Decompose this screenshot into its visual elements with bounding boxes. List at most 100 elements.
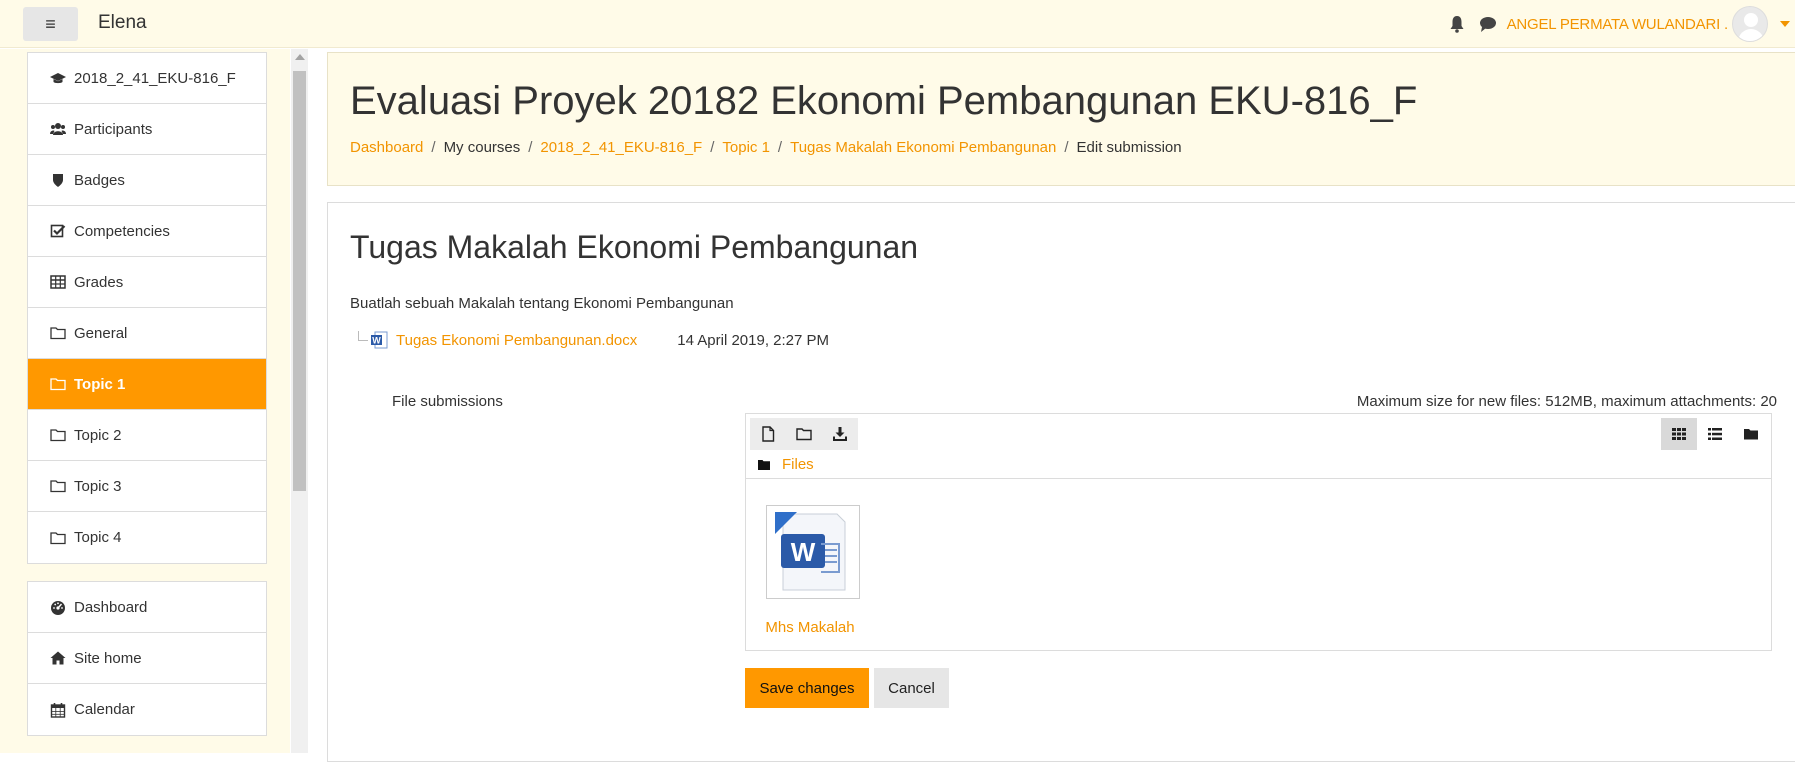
sidebar-scrollbar[interactable] bbox=[291, 49, 308, 753]
sidebar-item-label: Topic 2 bbox=[74, 426, 122, 444]
breadcrumb-topic[interactable]: Topic 1 bbox=[722, 139, 770, 156]
folder-icon bbox=[758, 459, 770, 470]
page-header: Evaluasi Proyek 20182 Ekonomi Pembanguna… bbox=[327, 52, 1795, 186]
breadcrumb-my-courses: My courses bbox=[443, 139, 521, 156]
download-icon bbox=[833, 427, 847, 441]
main-region: Tugas Makalah Ekonomi Pembangunan Buatla… bbox=[327, 202, 1795, 762]
sidebar-item-label: Site home bbox=[74, 649, 142, 667]
view-list-button[interactable] bbox=[1697, 418, 1733, 450]
file-limits-text: Maximum size for new files: 512MB, maxim… bbox=[1356, 393, 1777, 410]
menu-toggle-button[interactable]: ≡ bbox=[23, 7, 78, 41]
scroll-up-arrow-icon[interactable] bbox=[295, 54, 305, 60]
user-menu-area: ANGEL PERMATA WULANDARI . bbox=[1449, 0, 1795, 48]
path-files-link[interactable]: Files bbox=[782, 456, 814, 473]
view-toggle-group bbox=[1661, 418, 1769, 450]
folder-icon bbox=[50, 480, 66, 493]
sidebar-item-label: Grades bbox=[74, 273, 124, 291]
dashboard-icon bbox=[51, 601, 65, 615]
file-manager-path: Files bbox=[758, 456, 814, 473]
grid-icon bbox=[1672, 428, 1686, 440]
sidebar-item-label: Topic 1 bbox=[74, 375, 126, 393]
sidebar-item-label: Participants bbox=[74, 120, 153, 138]
site-name[interactable]: Elena bbox=[98, 12, 147, 34]
sidebar-item-label: Competencies bbox=[74, 222, 170, 240]
sidebar-item-topic-4[interactable]: Topic 4 bbox=[28, 512, 266, 563]
folder-icon bbox=[796, 428, 812, 441]
hamburger-icon: ≡ bbox=[45, 14, 56, 34]
folder-icon bbox=[50, 531, 66, 544]
file-manager-toolbar bbox=[750, 418, 858, 450]
file-submissions-label: File submissions bbox=[392, 393, 503, 410]
list-icon bbox=[1708, 428, 1722, 440]
chat-icon[interactable] bbox=[1479, 15, 1497, 33]
sidebar-item-calendar[interactable]: Calendar bbox=[28, 684, 266, 735]
file-manager: Files W Mhs Makalah bbox=[745, 413, 1772, 651]
svg-text:W: W bbox=[791, 537, 816, 567]
attachment-date: 14 April 2019, 2:27 PM bbox=[677, 331, 830, 349]
sidebar-item-label: Topic 3 bbox=[74, 477, 122, 495]
sidebar-item-topic-1[interactable]: Topic 1 bbox=[28, 359, 266, 410]
users-icon bbox=[50, 123, 66, 135]
chevron-down-icon[interactable] bbox=[1780, 21, 1790, 27]
file-drop-area[interactable]: W Mhs Makalah bbox=[746, 478, 1771, 650]
sidebar-item-grades[interactable]: Grades bbox=[28, 257, 266, 308]
folder-icon bbox=[50, 378, 66, 391]
new-file-icon bbox=[762, 426, 775, 442]
page-title: Evaluasi Proyek 20182 Ekonomi Pembanguna… bbox=[350, 79, 1418, 123]
file-thumbnail[interactable]: W bbox=[766, 505, 860, 599]
nav-drawer: 2018_2_41_EKU-816_F Participants Badges … bbox=[27, 52, 267, 753]
word-document-icon: W bbox=[775, 512, 846, 591]
save-changes-button[interactable]: Save changes bbox=[745, 668, 869, 708]
sidebar-item-label: Topic 4 bbox=[74, 529, 122, 546]
assignment-title: Tugas Makalah Ekonomi Pembangunan bbox=[350, 229, 919, 265]
sidebar-item-topic-3[interactable]: Topic 3 bbox=[28, 461, 266, 512]
download-all-button[interactable] bbox=[822, 418, 858, 450]
folder-icon bbox=[50, 327, 66, 340]
file-name[interactable]: Mhs Makalah bbox=[760, 619, 860, 636]
avatar[interactable] bbox=[1732, 6, 1768, 42]
sidebar-item-label: General bbox=[74, 324, 128, 342]
sidebar-item-label: Calendar bbox=[74, 701, 135, 718]
sidebar-item-dashboard[interactable]: Dashboard bbox=[28, 582, 266, 633]
bell-icon[interactable] bbox=[1449, 15, 1465, 33]
breadcrumb-current: Edit submission bbox=[1076, 139, 1182, 156]
sidebar-item-general[interactable]: General bbox=[28, 308, 266, 359]
folder-icon bbox=[1744, 429, 1758, 440]
sidebar-item-participants[interactable]: Participants bbox=[28, 104, 266, 155]
create-folder-button[interactable] bbox=[786, 418, 822, 450]
site-nav-card: Dashboard Site home Calendar bbox=[27, 581, 267, 736]
add-file-button[interactable] bbox=[750, 418, 786, 450]
checkbox-icon bbox=[50, 224, 66, 238]
graduation-cap-icon bbox=[50, 73, 66, 84]
breadcrumb-dashboard[interactable]: Dashboard bbox=[350, 139, 423, 156]
folder-icon bbox=[50, 429, 66, 442]
view-icons-button[interactable] bbox=[1661, 418, 1697, 450]
file-item[interactable]: W Mhs Makalah bbox=[765, 505, 860, 636]
view-tree-button[interactable] bbox=[1733, 418, 1769, 450]
user-name[interactable]: ANGEL PERMATA WULANDARI . bbox=[1507, 16, 1729, 33]
sidebar-item-label: Dashboard bbox=[74, 598, 148, 616]
breadcrumb-assignment[interactable]: Tugas Makalah Ekonomi Pembangunan bbox=[790, 139, 1056, 156]
assignment-intro: Buatlah sebuah Makalah tentang Ekonomi P… bbox=[350, 295, 734, 312]
sidebar-item-competencies[interactable]: Competencies bbox=[28, 206, 266, 257]
sidebar-item-label: Badges bbox=[74, 171, 125, 189]
sidebar-item-topic-2[interactable]: Topic 2 bbox=[28, 410, 266, 461]
scrollbar-thumb[interactable] bbox=[293, 71, 306, 491]
table-icon bbox=[50, 275, 66, 289]
course-nav-card: 2018_2_41_EKU-816_F Participants Badges … bbox=[27, 52, 267, 564]
top-navbar: ≡ Elena ANGEL PERMATA WULANDARI . bbox=[0, 0, 1795, 48]
home-icon bbox=[50, 651, 66, 665]
sidebar-item-badges[interactable]: Badges bbox=[28, 155, 266, 206]
sidebar-item-label: 2018_2_41_EKU-816_F bbox=[74, 69, 236, 87]
shield-icon bbox=[53, 174, 63, 187]
sidebar-item-course[interactable]: 2018_2_41_EKU-816_F bbox=[28, 53, 266, 104]
sidebar-item-site-home[interactable]: Site home bbox=[28, 633, 266, 684]
breadcrumb-course[interactable]: 2018_2_41_EKU-816_F bbox=[540, 139, 702, 156]
attachment-link[interactable]: Tugas Ekonomi Pembangunan.docx bbox=[396, 332, 637, 349]
svg-text:W: W bbox=[372, 335, 381, 345]
calendar-icon bbox=[50, 702, 66, 718]
breadcrumb: Dashboard / My courses / 2018_2_41_EKU-8… bbox=[350, 139, 1182, 156]
intro-attachment: W Tugas Ekonomi Pembangunan.docx 14 Apri… bbox=[358, 331, 829, 349]
word-document-icon: W bbox=[371, 331, 388, 349]
cancel-button[interactable]: Cancel bbox=[874, 668, 949, 708]
